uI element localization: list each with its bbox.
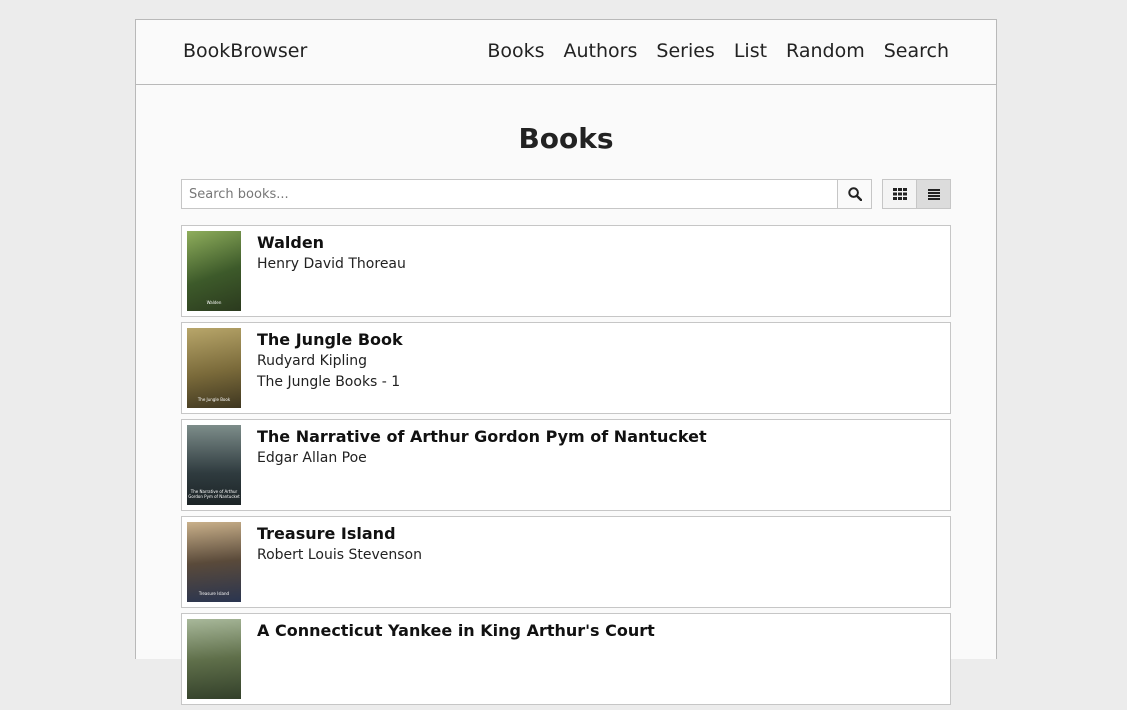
- book-cover-label: The Jungle Book: [197, 397, 231, 402]
- book-cover-label: Treasure Island: [198, 591, 230, 596]
- book-info: Walden Henry David Thoreau: [257, 232, 940, 275]
- nav-item-books[interactable]: Books: [487, 40, 544, 62]
- nav-item-authors[interactable]: Authors: [564, 40, 638, 62]
- grid-view-button[interactable]: [882, 179, 917, 209]
- book-list: Walden Walden Henry David Thoreau The Ju…: [181, 225, 951, 710]
- book-info: The Narrative of Arthur Gordon Pym of Na…: [257, 426, 940, 469]
- book-item[interactable]: Treasure Island Treasure Island Robert L…: [181, 516, 951, 608]
- book-info: Treasure Island Robert Louis Stevenson: [257, 523, 940, 566]
- book-cover-label: Walden: [206, 300, 222, 305]
- book-cover-label: The Narrative of Arthur Gordon Pym of Na…: [188, 489, 240, 499]
- nav-menu: Books Authors Series List Random Search: [468, 40, 949, 62]
- book-series[interactable]: The Jungle Books - 1: [257, 372, 940, 393]
- book-item[interactable]: The Narrative of Arthur Gordon Pym of Na…: [181, 419, 951, 511]
- search-bar: [181, 179, 951, 209]
- list-view-icon: [927, 188, 940, 200]
- book-cover[interactable]: Walden: [187, 231, 241, 311]
- book-item[interactable]: The Jungle Book The Jungle Book Rudyard …: [181, 322, 951, 414]
- book-title[interactable]: Treasure Island: [257, 523, 940, 545]
- page-container: BookBrowser Books Authors Series List Ra…: [135, 19, 997, 705]
- book-author[interactable]: Robert Louis Stevenson: [257, 545, 940, 566]
- book-info: The Jungle Book Rudyard Kipling The Jung…: [257, 329, 940, 393]
- book-author[interactable]: Henry David Thoreau: [257, 254, 940, 275]
- book-author[interactable]: Rudyard Kipling: [257, 351, 940, 372]
- view-toggle: [882, 179, 951, 209]
- search-button[interactable]: [837, 179, 872, 209]
- grid-view-icon: [892, 188, 907, 200]
- book-cover[interactable]: [187, 619, 241, 699]
- book-title[interactable]: The Jungle Book: [257, 329, 940, 351]
- nav-item-search[interactable]: Search: [884, 40, 949, 62]
- search-input[interactable]: [181, 179, 838, 209]
- brand-link[interactable]: BookBrowser: [183, 40, 307, 62]
- search-icon: [847, 187, 862, 201]
- list-view-button[interactable]: [916, 179, 951, 209]
- book-item[interactable]: A Connecticut Yankee in King Arthur's Co…: [181, 613, 951, 705]
- book-cover[interactable]: The Jungle Book: [187, 328, 241, 408]
- book-author[interactable]: Edgar Allan Poe: [257, 448, 940, 469]
- page-title: Books: [518, 122, 614, 155]
- book-title[interactable]: Walden: [257, 232, 940, 254]
- nav-item-random[interactable]: Random: [786, 40, 865, 62]
- book-cover[interactable]: The Narrative of Arthur Gordon Pym of Na…: [187, 425, 241, 505]
- book-item[interactable]: Walden Walden Henry David Thoreau: [181, 225, 951, 317]
- navbar: BookBrowser Books Authors Series List Ra…: [136, 20, 996, 85]
- book-cover[interactable]: Treasure Island: [187, 522, 241, 602]
- nav-item-series[interactable]: Series: [656, 40, 714, 62]
- nav-item-list[interactable]: List: [734, 40, 767, 62]
- book-title[interactable]: The Narrative of Arthur Gordon Pym of Na…: [257, 426, 940, 448]
